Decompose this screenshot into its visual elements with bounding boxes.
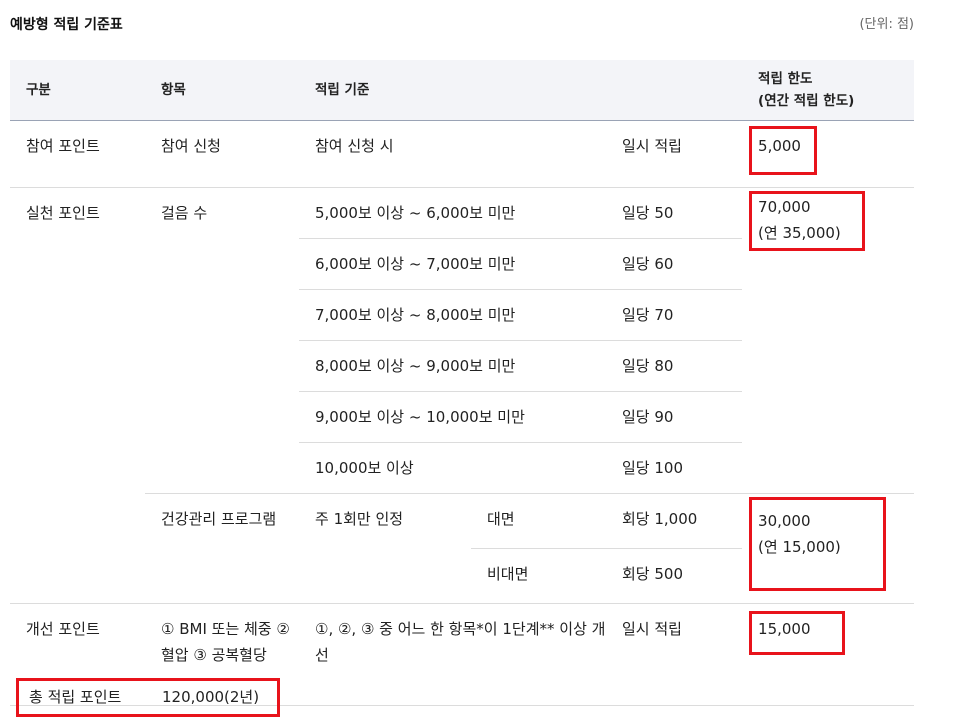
item-cell: 참여 신청 (145, 120, 299, 188)
table-row: 건강관리 프로그램 주 1회만 인정 대면 회당 1,000 30,000 (연… (10, 493, 915, 604)
limit-cell: 30,000 (연 15,000) (742, 493, 915, 604)
limit-line1: 30,000 (758, 512, 811, 530)
table-header-row: 구분 항목 적립 기준 적립 한도 (연간 적립 한도) (10, 60, 915, 121)
rate-cell: 회당 500 (606, 548, 743, 604)
category-cell: 실천 포인트 (10, 187, 145, 604)
rate-cell: 일당 60 (606, 238, 743, 290)
total-label: 총 적립 포인트 (29, 688, 122, 706)
criteria-cell: 7,000보 이상 ~ 8,000보 미만 (299, 289, 606, 341)
unit-note: (단위: 점) (859, 17, 914, 32)
total-points-highlight: 총 적립 포인트 120,000(2년) (16, 678, 280, 717)
header-limit: 적립 한도 (연간 적립 한도) (742, 60, 915, 121)
points-table: 구분 항목 적립 기준 적립 한도 (연간 적립 한도) 참여 포인트 참여 신… (10, 60, 915, 706)
header-criteria: 적립 기준 (299, 60, 743, 121)
rate-cell: 회당 1,000 (606, 493, 743, 549)
limit-highlight: 70,000 (연 35,000) (749, 191, 866, 251)
header-limit-line2: (연간 적립 한도) (758, 93, 855, 109)
table-row: 참여 포인트 참여 신청 참여 신청 시 일시 적립 5,000 (10, 120, 915, 188)
limit-line2: (연 35,000) (758, 224, 841, 242)
mode-cell: 대면 (471, 493, 606, 549)
item-cell: 걸음 수 (145, 187, 299, 494)
item-cell: 건강관리 프로그램 (145, 493, 299, 604)
limit-cell: 15,000 (742, 603, 915, 706)
header-item: 항목 (145, 60, 299, 121)
limit-cell: 5,000 (742, 120, 915, 188)
limit-highlight: 5,000 (749, 126, 818, 175)
rate-cell: 일당 80 (606, 340, 743, 392)
criteria-cell: 주 1회만 인정 (299, 493, 471, 604)
table-row: 실천 포인트 걸음 수 5,000보 이상 ~ 6,000보 미만 일당 50 … (10, 187, 915, 604)
limit-highlight: 15,000 (749, 611, 846, 655)
rate-cell: 일시 적립 (606, 603, 743, 706)
criteria-cell: 10,000보 이상 (299, 442, 606, 494)
criteria-cell: 5,000보 이상 ~ 6,000보 미만 (299, 187, 606, 239)
header-category: 구분 (10, 60, 145, 121)
rate-cell: 일당 100 (606, 442, 743, 494)
limit-line2: (연 15,000) (758, 538, 841, 556)
limit-highlight: 30,000 (연 15,000) (749, 497, 887, 591)
criteria-cell: 8,000보 이상 ~ 9,000보 미만 (299, 340, 606, 392)
page-title: 예방형 적립 기준표 (10, 17, 123, 33)
category-cell: 참여 포인트 (10, 120, 145, 188)
total-value: 120,000(2년) (162, 688, 260, 706)
limit-cell: 70,000 (연 35,000) (742, 187, 915, 494)
criteria-cell: ①, ②, ③ 중 어느 한 항목*이 1단계** 이상 개선 (299, 603, 606, 706)
mode-cell: 비대면 (471, 548, 606, 604)
limit-line1: 70,000 (758, 198, 811, 216)
criteria-cell: 6,000보 이상 ~ 7,000보 미만 (299, 238, 606, 290)
criteria-cell: 참여 신청 시 (299, 120, 606, 188)
criteria-cell: 9,000보 이상 ~ 10,000보 미만 (299, 391, 606, 443)
header-limit-line1: 적립 한도 (758, 71, 813, 87)
rate-cell: 일당 70 (606, 289, 743, 341)
rate-cell: 일당 50 (606, 187, 743, 239)
rate-cell: 일시 적립 (606, 120, 743, 188)
rate-cell: 일당 90 (606, 391, 743, 443)
